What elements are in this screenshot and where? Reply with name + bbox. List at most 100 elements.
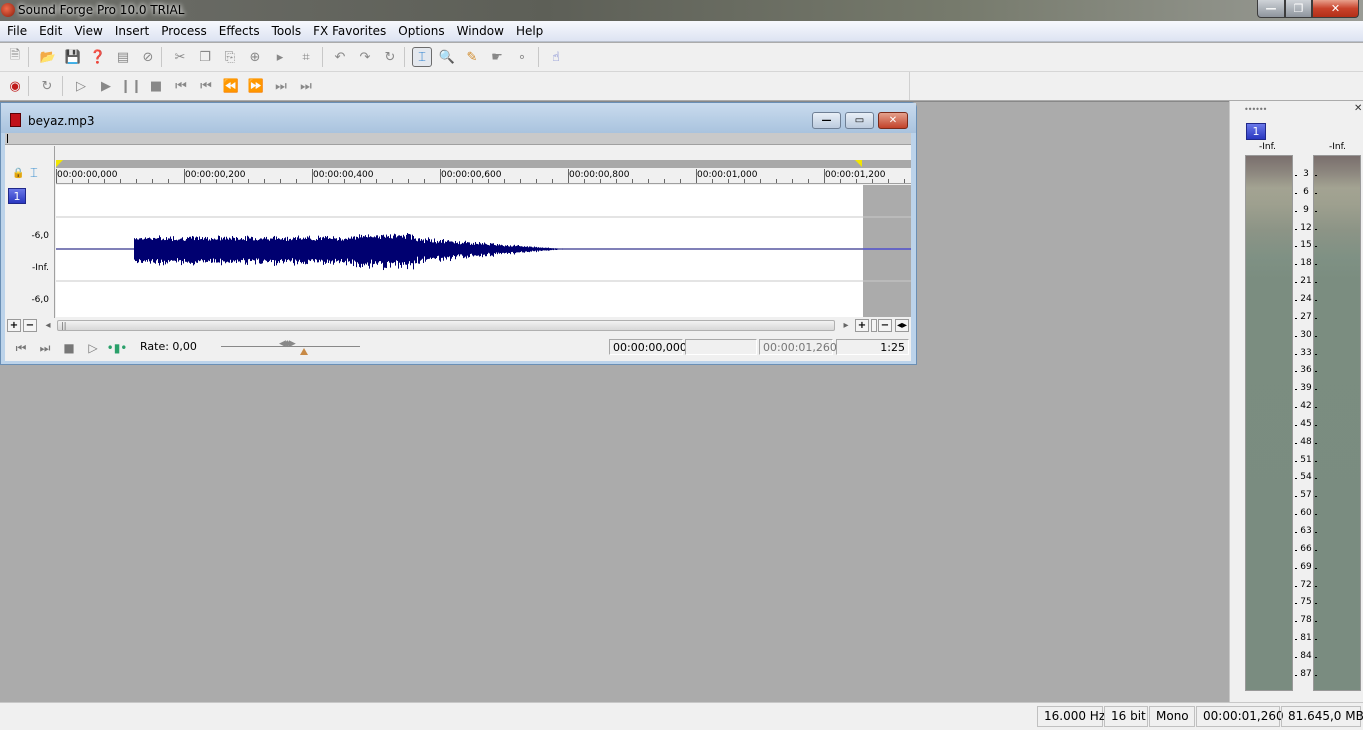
scrub-icon[interactable]: •▮• — [107, 340, 128, 356]
meter-scale-label: 3 — [1295, 169, 1317, 179]
repeat-icon[interactable]: ↻ — [380, 47, 400, 67]
next-marker-icon[interactable]: ⏭ — [271, 76, 291, 96]
go-to-start-icon[interactable]: ⏮ — [13, 340, 29, 356]
close-button[interactable]: ✕ — [1312, 0, 1359, 18]
go-to-start-icon[interactable]: ⏮ — [171, 76, 191, 96]
menu-tools[interactable]: Tools — [266, 21, 308, 41]
minimize-button[interactable]: — — [1257, 0, 1285, 18]
menu-options[interactable]: Options — [392, 21, 450, 41]
menu-view[interactable]: View — [68, 21, 108, 41]
meter-scale-label: 78 — [1295, 615, 1317, 625]
scroll-right-button[interactable]: ▸ — [839, 319, 853, 332]
menu-file[interactable]: File — [1, 21, 33, 41]
bit-depth[interactable]: 16 bit — [1104, 706, 1148, 727]
go-to-end-icon[interactable]: ⏭ — [37, 340, 53, 356]
stop-icon[interactable]: ■ — [61, 340, 77, 356]
overview-bar[interactable] — [5, 133, 911, 145]
edit-tool-icon[interactable]: ⌶ — [30, 166, 38, 181]
end-marker[interactable] — [855, 160, 862, 167]
magnify-tool-icon[interactable]: 🔍 — [437, 47, 457, 67]
menu-window[interactable]: Window — [451, 21, 510, 41]
waveform-display[interactable] — [56, 185, 911, 317]
hand-icon[interactable]: ☝ — [546, 47, 566, 67]
edit-tool-icon[interactable]: ⌶ — [412, 47, 432, 67]
play-all-icon[interactable]: ▷ — [71, 76, 91, 96]
meter-scale-label: 21 — [1295, 276, 1317, 286]
time-ruler[interactable]: 00:00:00,000 00:00:00,200 00:00:00,400 00:0… — [56, 168, 911, 184]
undo-icon[interactable]: ↶ — [330, 47, 350, 67]
lock-icon[interactable]: 🔒 — [12, 168, 24, 179]
data-window-body: 🔒 ⌶ 1 -6,0 -Inf. -6,0 00:00:00,000 00:00:… — [5, 133, 911, 361]
stop-icon[interactable]: ■ — [146, 76, 166, 96]
paste-special-icon[interactable]: ▸ — [270, 47, 290, 67]
close-icon: ✕ — [1330, 2, 1341, 15]
scroll-left-button[interactable]: ◂ — [41, 319, 55, 332]
menu-edit[interactable]: Edit — [33, 21, 68, 41]
toolbar-separator — [161, 47, 162, 67]
ruler-tick — [456, 179, 457, 183]
scroll-track[interactable]: || — [57, 320, 835, 331]
zoom-in-time-button[interactable]: + — [855, 319, 869, 332]
menu-insert[interactable]: Insert — [109, 21, 155, 41]
meter-bar-right — [1313, 155, 1361, 691]
event-tool-icon[interactable]: ☛ — [487, 47, 507, 67]
meter-scale-label: 12 — [1295, 223, 1317, 233]
selection-length-field[interactable] — [685, 339, 757, 355]
menu-help[interactable]: Help — [510, 21, 549, 41]
rate-slider-thumb[interactable]: ◀◆▶ — [279, 339, 296, 349]
doc-maximize-button[interactable]: ▭ — [845, 112, 874, 129]
burn-cd-icon[interactable]: ⊘ — [138, 47, 158, 67]
sample-rate[interactable]: 16.000 Hz — [1037, 706, 1105, 727]
panel-close-icon[interactable]: ✕ — [1354, 103, 1362, 114]
paste-icon[interactable]: ⎘ — [220, 47, 240, 67]
cursor-position-field[interactable]: 00:00:00,000 — [609, 339, 687, 355]
ruler-tick — [312, 169, 313, 183]
meter-scale-label: 36 — [1295, 365, 1317, 375]
toolbar-filler — [910, 72, 1363, 100]
track-header: 🔒 ⌶ 1 -6,0 -Inf. -6,0 — [5, 146, 55, 318]
data-window-title-bar[interactable]: beyaz.mp3 — ▭ ✕ — [1, 103, 916, 133]
ruler-tick — [280, 179, 281, 183]
previous-marker-icon[interactable]: ⏮ — [196, 76, 216, 96]
channel-badge[interactable]: 1 — [8, 188, 26, 204]
open-icon[interactable]: 📂 — [38, 47, 58, 67]
go-to-end-icon[interactable]: ⏭ — [296, 76, 316, 96]
panel-grip[interactable]: •••••• — [1244, 105, 1267, 114]
redo-icon[interactable]: ↷ — [355, 47, 375, 67]
new-icon[interactable]: 🗎 — [5, 47, 25, 67]
standard-toolbar: 🗎 📂 💾 ❓ ▤ ⊘ ✂ ❐ ⎘ ⊕ ▸ ⌗ ↶ ↷ ↻ ⌶ 🔍 ✎ ☛ ∘ ☝ — [0, 43, 1363, 72]
render-icon[interactable]: ▤ — [113, 47, 133, 67]
zoom-fit-button[interactable]: ◂▸ — [895, 319, 909, 332]
pencil-tool-icon[interactable]: ✎ — [462, 47, 482, 67]
record-icon[interactable]: ◉ — [5, 76, 25, 96]
zoom-in-vertical-button[interactable]: + — [7, 319, 21, 332]
zoom-slider[interactable] — [871, 319, 877, 332]
menu-fx-favorites[interactable]: FX Favorites — [307, 21, 392, 41]
menu-process[interactable]: Process — [155, 21, 213, 41]
scroll-thumb[interactable]: || — [61, 321, 66, 330]
cut-icon[interactable]: ✂ — [170, 47, 190, 67]
start-marker[interactable] — [56, 160, 63, 167]
ruler-tick — [808, 179, 809, 183]
restore-button[interactable]: ❐ — [1285, 0, 1312, 18]
channel-mode[interactable]: Mono — [1149, 706, 1195, 727]
play-icon[interactable]: ▶ — [96, 76, 116, 96]
zoom-out-vertical-button[interactable]: − — [23, 319, 37, 332]
pause-icon[interactable]: ❙❙ — [120, 76, 142, 96]
menu-effects[interactable]: Effects — [213, 21, 266, 41]
fast-forward-icon[interactable]: ⏩ — [246, 76, 266, 96]
envelope-tool-icon[interactable]: ∘ — [512, 47, 532, 67]
play-icon[interactable]: ▷ — [85, 340, 101, 356]
save-icon[interactable]: 💾 — [63, 47, 83, 67]
save-as-icon[interactable]: ❓ — [88, 47, 108, 67]
rewind-icon[interactable]: ⏪ — [221, 76, 241, 96]
ruler-tick — [536, 179, 537, 183]
zoom-out-time-button[interactable]: − — [878, 319, 892, 332]
marker-bar[interactable] — [56, 160, 911, 168]
trim-crop-icon[interactable]: ⌗ — [296, 47, 316, 67]
loop-icon[interactable]: ↻ — [37, 76, 57, 96]
mix-icon[interactable]: ⊕ — [245, 47, 265, 67]
doc-close-button[interactable]: ✕ — [878, 112, 908, 129]
copy-icon[interactable]: ❐ — [195, 47, 215, 67]
doc-minimize-button[interactable]: — — [812, 112, 841, 129]
